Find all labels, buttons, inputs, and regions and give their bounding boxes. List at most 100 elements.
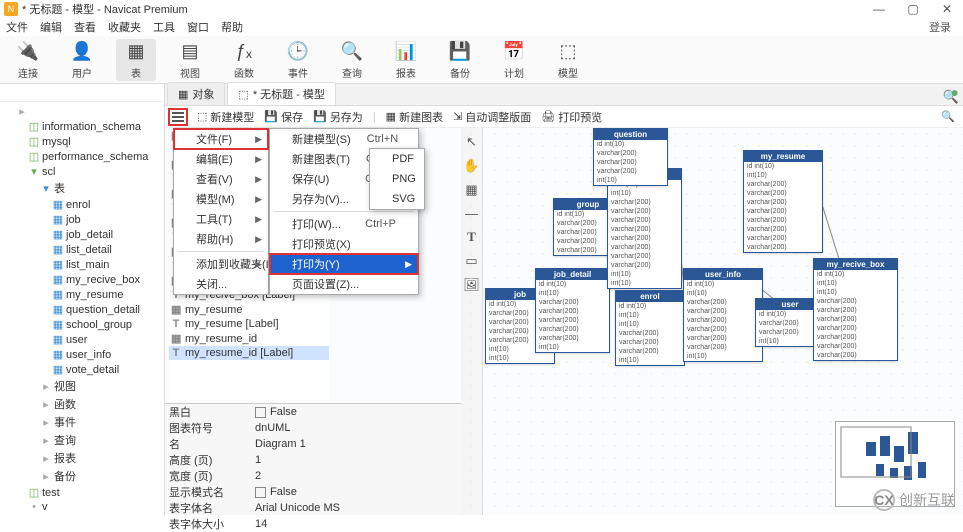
menu-item[interactable]: PDF <box>370 149 424 169</box>
tree-node[interactable]: ▸报表 <box>0 449 164 467</box>
prop-row[interactable]: 表字体名Arial Unicode MS <box>165 500 461 516</box>
list-item[interactable]: ▦my_resume <box>169 302 329 317</box>
menu-edit[interactable]: 编辑 <box>40 19 62 35</box>
tab-model[interactable]: ⬚ * 无标题 - 模型 <box>227 82 336 105</box>
tree-node[interactable]: ▦user_info <box>0 347 164 362</box>
tree-node[interactable]: ▦job <box>0 212 164 227</box>
menu-item[interactable]: 编辑(E)▶ <box>174 149 268 169</box>
menu-item[interactable]: 打印预览(X) <box>270 234 418 254</box>
tree-node[interactable]: ▸备份 <box>0 467 164 485</box>
tool-connect[interactable]: 🔌连接 <box>8 40 48 80</box>
entity-list_detail[interactable]: list_detailid int(10)int(10)varchar(200)… <box>607 168 682 289</box>
entity-my_resume[interactable]: my_resumeid int(10)int(10)varchar(200)va… <box>743 150 823 253</box>
prop-row[interactable]: 图表符号dnUML <box>165 420 461 436</box>
menu-tools[interactable]: 工具 <box>153 19 175 35</box>
tree-node[interactable]: ◫information_schema <box>0 119 164 134</box>
tree-node[interactable]: ▦enrol <box>0 197 164 212</box>
checkbox[interactable] <box>255 407 266 418</box>
prop-row[interactable]: 表字体大小14 <box>165 516 461 532</box>
tree-search[interactable] <box>0 84 164 102</box>
search-icon[interactable]: 🔍 <box>941 110 955 123</box>
tool-model[interactable]: ⬚模型 <box>548 40 588 80</box>
menu-item[interactable]: 页面设置(Z)... <box>270 274 418 294</box>
hamburger-button[interactable] <box>169 109 187 125</box>
prop-row[interactable]: 显示模式名False <box>165 484 461 500</box>
menu-item[interactable]: PNG <box>370 169 424 189</box>
menu-item[interactable]: SVG <box>370 189 424 209</box>
function-icon: ƒₓ <box>231 40 257 64</box>
menu-item[interactable]: 查看(V)▶ <box>174 169 268 189</box>
tree-node[interactable]: ▾表 <box>0 179 164 197</box>
menu-item[interactable]: 添加到收藏夹(I)...▶ <box>174 254 268 274</box>
menu-item[interactable]: 打印(W)...Ctrl+P <box>270 214 418 234</box>
prop-row[interactable]: 高度 (页)1 <box>165 452 461 468</box>
tree-node[interactable]: ▾scl <box>0 164 164 179</box>
login-link[interactable]: 登录 <box>929 19 951 35</box>
menu-item[interactable]: 帮助(H)▶ <box>174 229 268 249</box>
save-as-button[interactable]: 💾另存为 <box>313 109 363 125</box>
entity-field: int(10) <box>684 289 762 298</box>
tool-event[interactable]: 🕒事件 <box>278 40 318 80</box>
tree-node[interactable]: ▸事件 <box>0 413 164 431</box>
tool-report[interactable]: 📊报表 <box>386 40 426 80</box>
menu-item[interactable]: 文件(F)▶ <box>174 129 268 149</box>
tree-node[interactable]: ▦vote_detail <box>0 362 164 377</box>
menu-window[interactable]: 窗口 <box>187 19 209 35</box>
menu-help[interactable]: 帮助 <box>221 19 243 35</box>
entity-field: varchar(200) <box>814 351 897 360</box>
menu-item[interactable]: 打印为(Y)▶ <box>270 254 418 274</box>
tree-node[interactable]: ▦user <box>0 332 164 347</box>
checkbox[interactable] <box>255 487 266 498</box>
tool-query[interactable]: 🔍查询 <box>332 40 372 80</box>
tree-node[interactable]: ▦my_recive_box <box>0 272 164 287</box>
tree-node[interactable]: ▦job_detail <box>0 227 164 242</box>
prop-row[interactable]: 黑白False <box>165 404 461 420</box>
menu-file[interactable]: 文件 <box>6 19 28 35</box>
close-button[interactable]: ✕ <box>935 2 959 16</box>
new-model-button[interactable]: ⬚新建模型 <box>197 109 254 125</box>
tree-node[interactable]: ▸函数 <box>0 395 164 413</box>
entity-my_recive_box[interactable]: my_recive_boxid int(10)int(10)int(10)var… <box>813 258 898 361</box>
tree-node[interactable]: •v <box>0 500 164 514</box>
tree-node[interactable]: ▦school_group <box>0 317 164 332</box>
tree-node[interactable]: ▦list_main <box>0 257 164 272</box>
prop-row[interactable]: 名Diagram 1 <box>165 436 461 452</box>
tree-node[interactable]: ▸ <box>0 104 164 119</box>
menu-view[interactable]: 查看 <box>74 19 96 35</box>
tool-schedule[interactable]: 📅计划 <box>494 40 534 80</box>
maximize-button[interactable]: ▢ <box>901 2 925 16</box>
tree-node[interactable]: ◫performance_schema <box>0 149 164 164</box>
entity-user_info[interactable]: user_infoid int(10)int(10)varchar(200)va… <box>683 268 763 362</box>
entity-question[interactable]: questionid int(10)varchar(200)varchar(20… <box>593 128 668 186</box>
save-button[interactable]: 💾保存 <box>264 109 303 125</box>
list-item[interactable]: Tmy_resume [Label] <box>169 317 329 331</box>
tree-node[interactable]: ▸视图 <box>0 377 164 395</box>
tree-node[interactable]: ▦question_detail <box>0 302 164 317</box>
tool-backup[interactable]: 💾备份 <box>440 40 480 80</box>
new-diagram-button[interactable]: ▦新建图表 <box>386 109 443 125</box>
list-item[interactable]: ▦my_resume_id <box>169 331 329 346</box>
menu-item[interactable]: 关闭... <box>174 274 268 294</box>
tree-node[interactable]: ◫test <box>0 485 164 500</box>
menu-item[interactable]: 新建模型(S)Ctrl+N <box>270 129 418 149</box>
tree-node[interactable]: ▦my_resume <box>0 287 164 302</box>
tab-objects[interactable]: ▦ 对象 <box>167 82 225 105</box>
entity-enrol[interactable]: enrolid int(10)int(10)int(10)varchar(200… <box>615 290 685 366</box>
list-item[interactable]: Tmy_resume_id [Label] <box>169 346 329 360</box>
tree-node[interactable]: ▸查询 <box>0 431 164 449</box>
menu-item[interactable]: 模型(M)▶ <box>174 189 268 209</box>
entity-job_detail[interactable]: job_detailid int(10)int(10)varchar(200)v… <box>535 268 610 353</box>
tool-view[interactable]: ▤视图 <box>170 40 210 80</box>
tool-user[interactable]: 👤用户 <box>62 40 102 80</box>
tool-function[interactable]: ƒₓ函数 <box>224 40 264 80</box>
entity-field: int(10) <box>536 343 609 352</box>
menu-item[interactable]: 工具(T)▶ <box>174 209 268 229</box>
print-preview-button[interactable]: 🖨打印预览 <box>541 109 602 125</box>
auto-layout-button[interactable]: ⇲自动调整版面 <box>453 109 531 125</box>
menu-fav[interactable]: 收藏夹 <box>108 19 141 35</box>
prop-row[interactable]: 宽度 (页)2 <box>165 468 461 484</box>
tool-table[interactable]: ▦表 <box>116 39 156 81</box>
minimize-button[interactable]: — <box>867 2 891 16</box>
tree-node[interactable]: ◫mysql <box>0 134 164 149</box>
tree-node[interactable]: ▦list_detail <box>0 242 164 257</box>
